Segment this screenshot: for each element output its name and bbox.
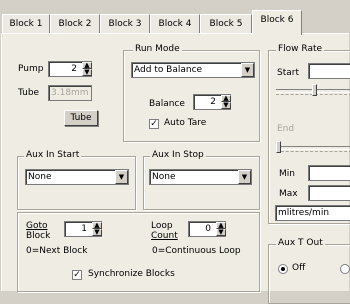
- flow-rate-max-label: Max: [279, 189, 298, 199]
- aux-out-off-label: Off: [292, 263, 306, 273]
- aux-out-off-radio[interactable]: [278, 264, 288, 274]
- loop-count-hint: 0=Continuous Loop: [152, 246, 241, 256]
- tube-size-field: 3.18mm: [48, 85, 92, 101]
- aux-out-title: Aux T Out: [276, 238, 325, 248]
- flow-rate-end-label: End: [277, 124, 295, 134]
- flow-rate-end-slider-thumb[interactable]: [276, 141, 281, 153]
- tube-label: Tube: [18, 88, 40, 98]
- synchronize-blocks-label: Synchronize Blocks: [88, 269, 175, 279]
- flow-rate-units-select[interactable]: mlitres/min: [275, 205, 350, 221]
- flow-rate-min-label: Min: [279, 169, 295, 179]
- pump-label: Pump: [18, 64, 44, 74]
- tab-block-5[interactable]: Block 5: [200, 14, 252, 34]
- goto-block-hint: 0=Next Block: [26, 246, 88, 256]
- block-6-panel: Pump 2 ▲ ▼ Tube 3.18mm Tube Run Mode Add…: [1, 33, 350, 304]
- run-mode-dropdown-arrow-icon[interactable]: ▼: [241, 63, 254, 77]
- flow-rate-start-slider-thumb[interactable]: [312, 84, 317, 96]
- aux-in-stop-select[interactable]: None: [149, 169, 252, 185]
- tab-block-2[interactable]: Block 2: [50, 14, 100, 34]
- flow-rate-min-field[interactable]: [308, 165, 350, 181]
- loop-count-label: Loop Count: [151, 221, 178, 241]
- flow-rate-max-field[interactable]: [308, 185, 350, 201]
- pump-spin-down-button[interactable]: ▼: [82, 69, 92, 76]
- flow-rate-start-label: Start: [277, 68, 299, 78]
- tab-block-1[interactable]: Block 1: [2, 14, 50, 34]
- balance-label: Balance: [149, 99, 185, 109]
- run-mode-select[interactable]: Add to Balance: [131, 62, 255, 78]
- aux-in-stop-title: Aux In Stop: [150, 150, 206, 160]
- flow-rate-start-field[interactable]: [308, 63, 350, 79]
- auto-tare-label: Auto Tare: [164, 118, 207, 128]
- aux-out-group: [268, 244, 350, 304]
- balance-spin-down-button[interactable]: ▼: [221, 102, 231, 109]
- goto-block-label: Goto Block: [26, 221, 51, 241]
- aux-out-on-radio[interactable]: [340, 264, 350, 274]
- run-mode-title: Run Mode: [133, 44, 182, 54]
- tab-block-6[interactable]: Block 6: [252, 10, 302, 35]
- aux-in-start-dropdown-arrow-icon[interactable]: ▼: [115, 170, 128, 184]
- auto-tare-checkbox[interactable]: ✓: [149, 119, 159, 129]
- synchronize-blocks-checkbox[interactable]: ✓: [72, 270, 82, 280]
- loop-count-spin-down-button[interactable]: ▼: [216, 229, 226, 236]
- aux-in-stop-dropdown-arrow-icon[interactable]: ▼: [238, 170, 251, 184]
- flow-rate-title: Flow Rate: [276, 44, 325, 54]
- aux-in-start-select[interactable]: None: [25, 169, 129, 185]
- aux-in-start-title: Aux In Start: [24, 150, 82, 160]
- flow-rate-end-slider[interactable]: [276, 141, 350, 153]
- tab-strip: Block 1 Block 2 Block 3 Block 4 Block 5 …: [0, 10, 350, 35]
- goto-block-spin-down-button[interactable]: ▼: [92, 229, 102, 236]
- tube-button[interactable]: Tube: [64, 110, 98, 126]
- tab-block-3[interactable]: Block 3: [100, 14, 150, 34]
- flow-rate-start-slider[interactable]: [276, 84, 350, 96]
- tab-block-4[interactable]: Block 4: [150, 14, 200, 34]
